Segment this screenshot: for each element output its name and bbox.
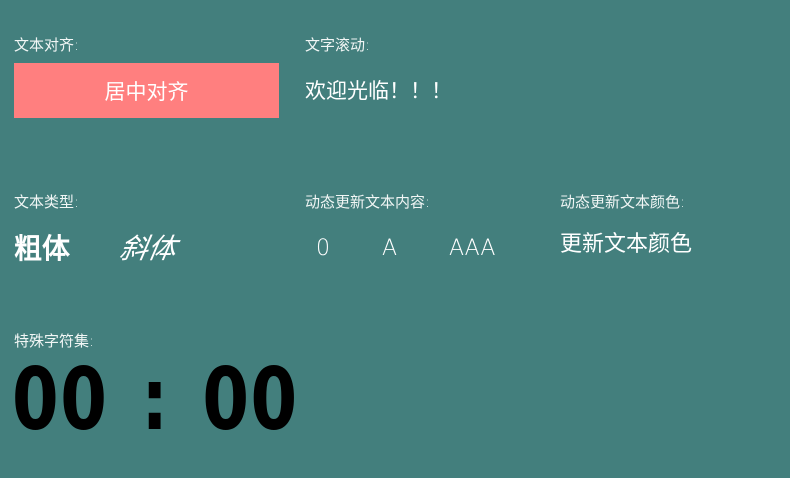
dynamic-content-section-label: 动态更新文本内容:: [305, 193, 431, 211]
scrolling-text: 欢迎光临！！！: [305, 79, 452, 103]
dynamic-content-item-number: 0: [316, 236, 330, 261]
scroll-section-label: 文字滚动:: [305, 36, 371, 54]
bold-text: 粗体: [14, 232, 71, 265]
type-section-label: 文本类型:: [14, 193, 80, 211]
dynamic-color-text: 更新文本颜色: [560, 232, 693, 257]
special-chars-section-label: 特殊字符集:: [14, 332, 95, 350]
dynamic-color-section-label: 动态更新文本颜色:: [560, 193, 686, 211]
clock-minutes: 00: [12, 350, 109, 450]
dynamic-content-item-triple: AAA: [449, 236, 496, 261]
clock-seconds: 00: [202, 350, 299, 450]
italic-text: 斜体: [117, 232, 180, 265]
center-aligned-text: 居中对齐: [104, 79, 189, 104]
align-section-label: 文本对齐:: [14, 36, 80, 54]
clock-display: 00 : 00: [12, 352, 299, 448]
dynamic-content-item-single: A: [382, 236, 398, 261]
center-aligned-box: 居中对齐: [14, 63, 279, 118]
clock-separator: :: [141, 350, 170, 450]
